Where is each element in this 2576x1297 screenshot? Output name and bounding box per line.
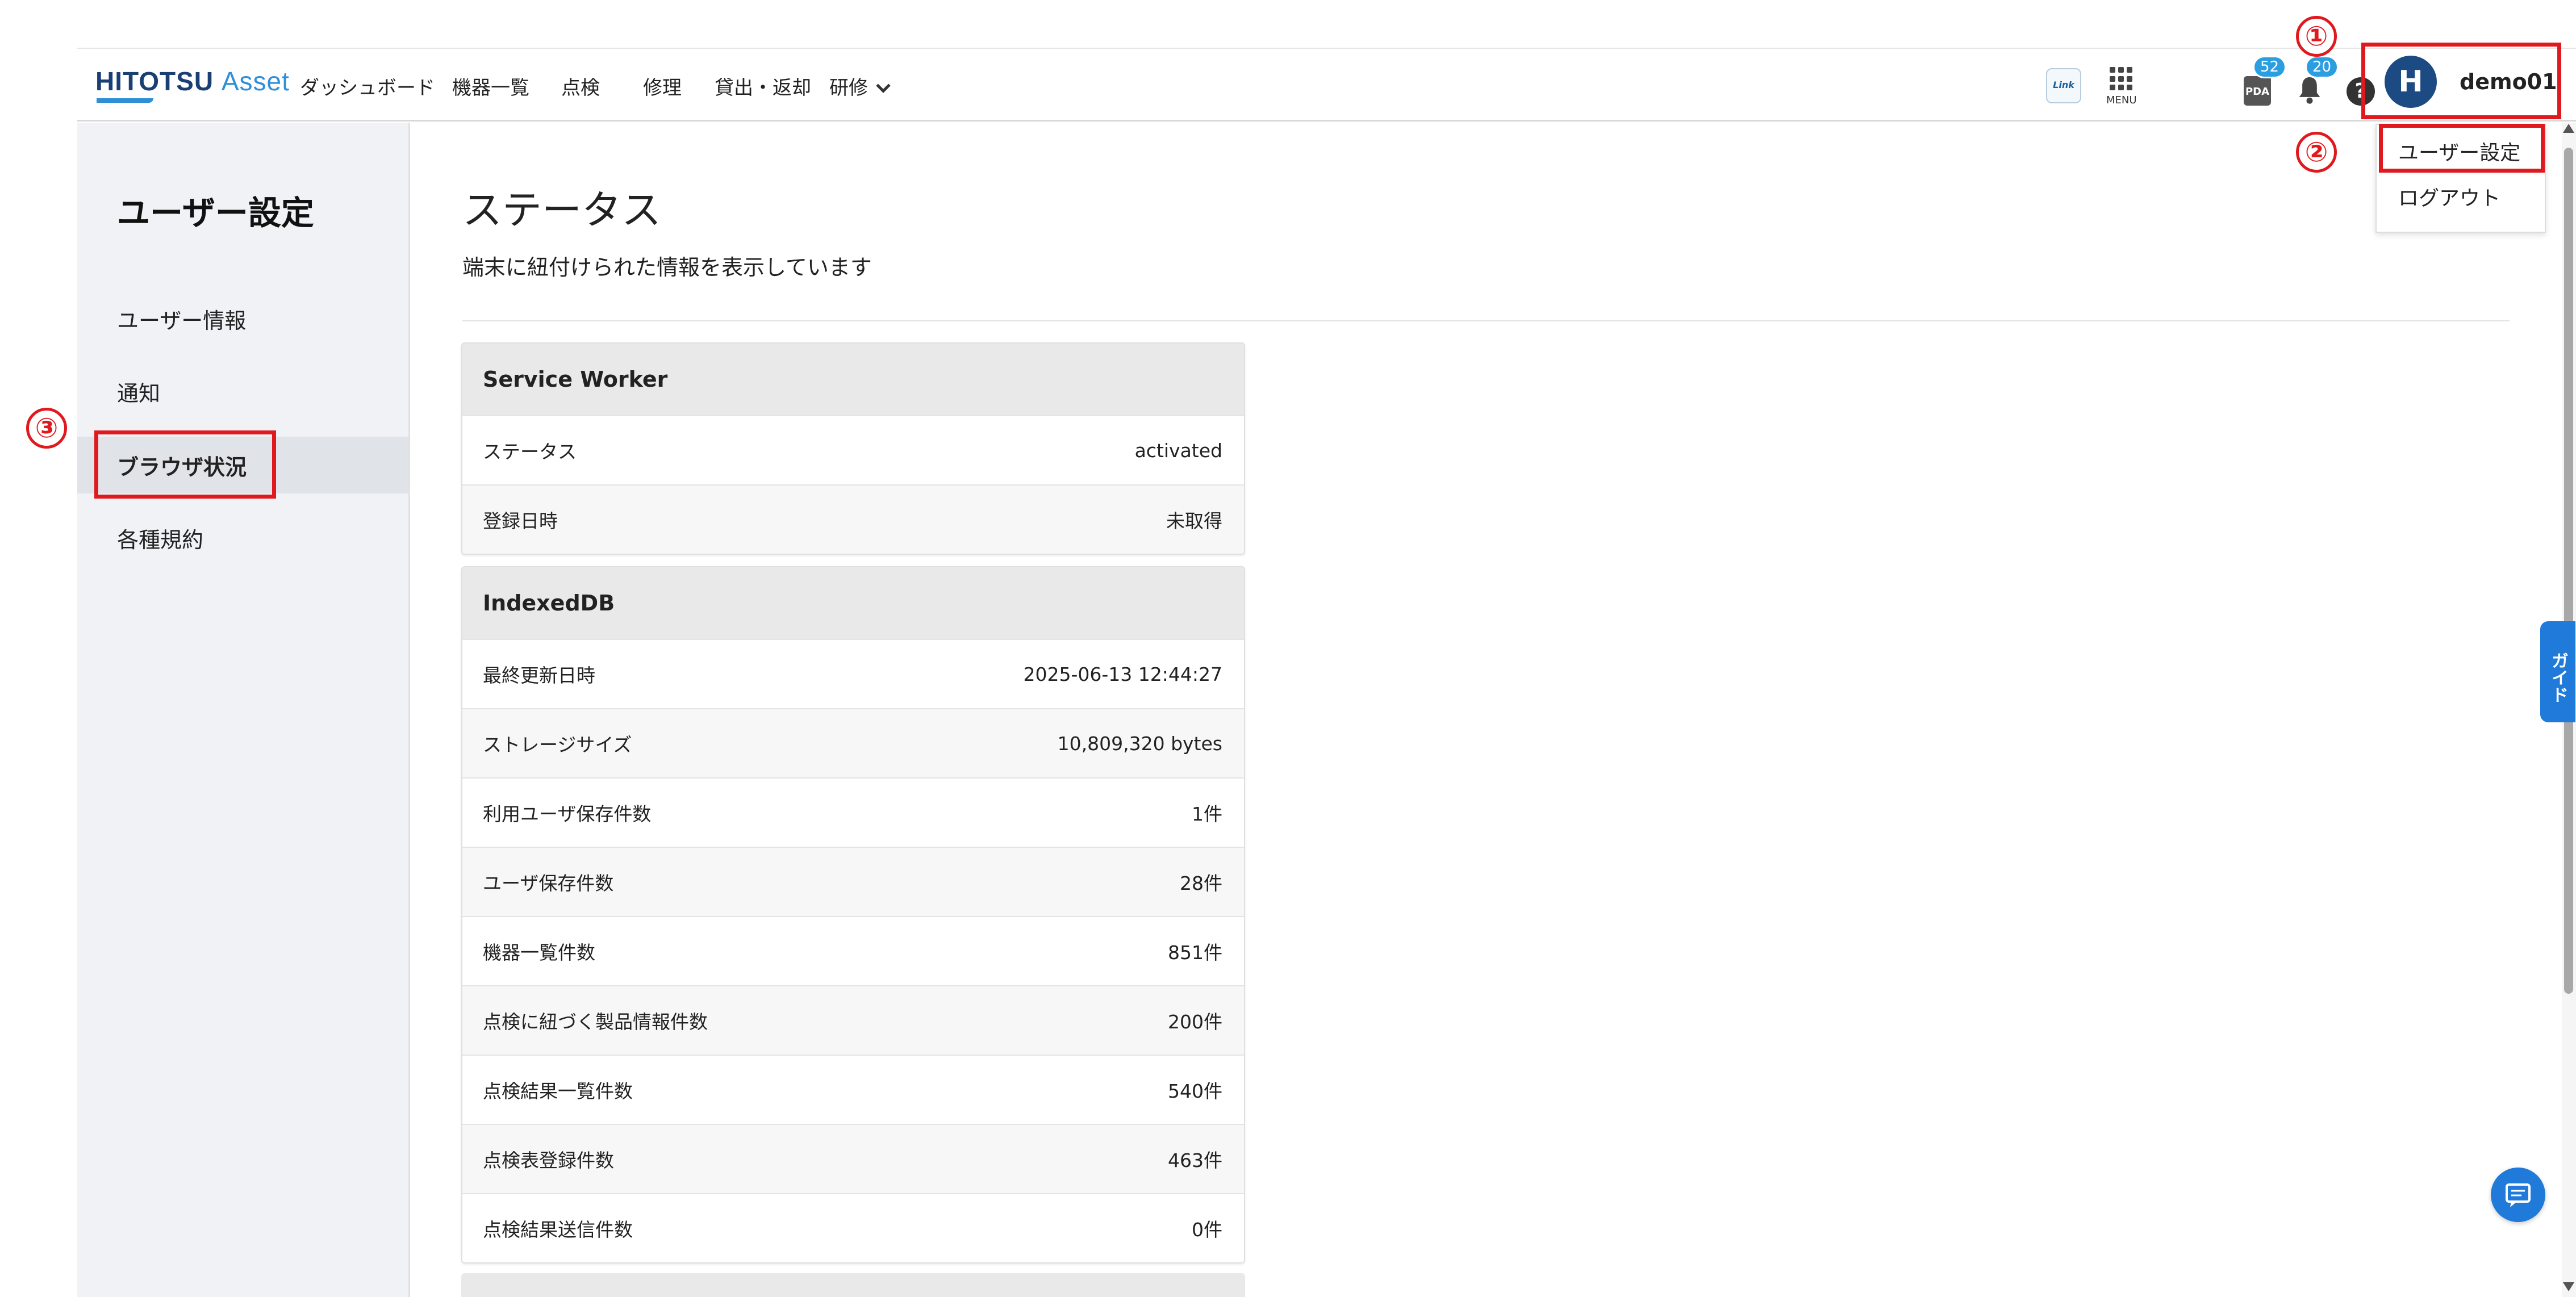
link-icon-label: Link (2053, 80, 2074, 90)
pda-icon-label: PDA (2245, 86, 2270, 98)
link-app-icon[interactable]: Link (2046, 68, 2081, 103)
pda-count-badge: 52 (2253, 56, 2287, 78)
scrollbar-thumb[interactable] (2564, 148, 2573, 994)
row-label: ユーザ保存件数 (483, 872, 614, 894)
indexeddb-card: IndexedDB 最終更新日時 2025-06-13 12:44:27 ストレ… (461, 566, 1245, 1263)
sidebar-item-user-info[interactable]: ユーザー情報 (117, 303, 246, 334)
nav-inspection[interactable]: 点検 (561, 72, 600, 100)
row-label: ストレージサイズ (483, 734, 632, 756)
row-label: ステータス (483, 441, 577, 463)
nav-training-label: 研修 (829, 76, 868, 99)
scroll-up-arrow-icon[interactable] (2563, 124, 2574, 133)
highlight-box-user-menu (2361, 43, 2561, 119)
service-worker-card-title: Service Worker (462, 344, 1244, 415)
page-description: 端末に紐付けられた情報を表示しています (462, 255, 872, 280)
chat-button[interactable] (2491, 1168, 2545, 1222)
scroll-down-arrow-icon[interactable] (2563, 1282, 2574, 1291)
dropdown-item-logout[interactable]: ログアウト (2398, 182, 2500, 211)
top-navigation-bar: HITOTSU Asset ダッシュボード 機器一覧 点検 修理 貸出・返却 研… (77, 48, 2576, 122)
step-marker-1: ① (2296, 16, 2337, 57)
main-nav: ダッシュボード 機器一覧 点検 修理 貸出・返却 研修 (77, 49, 2576, 123)
table-row: 点検結果一覧件数 540件 (462, 1055, 1244, 1124)
row-label: 点検表登録件数 (483, 1149, 614, 1172)
row-label: 最終更新日時 (483, 664, 595, 687)
row-value: 851件 (1168, 942, 1222, 964)
highlight-box-browser-status (94, 430, 276, 499)
bell-icon[interactable] (2297, 75, 2322, 104)
nav-repair[interactable]: 修理 (643, 72, 682, 100)
table-row: 利用ユーザ保存件数 1件 (462, 777, 1244, 847)
row-label: 登録日時 (483, 510, 558, 532)
pda-icon[interactable]: PDA (2244, 76, 2271, 106)
nav-lending-return[interactable]: 貸出・返却 (715, 72, 811, 100)
table-row: 最終更新日時 2025-06-13 12:44:27 (462, 639, 1244, 708)
row-value: 200件 (1168, 1011, 1222, 1033)
app-menu-grid-icon[interactable] (2110, 67, 2138, 91)
row-label: 利用ユーザ保存件数 (483, 803, 652, 825)
sidebar-title: ユーザー設定 (117, 194, 314, 232)
row-value: activated (1134, 439, 1222, 462)
table-row: 点検結果送信件数 0件 (462, 1193, 1244, 1262)
sidebar-item-terms[interactable]: 各種規約 (117, 522, 203, 554)
row-value: 10,809,320 bytes (1057, 732, 1222, 755)
sidebar-item-notifications[interactable]: 通知 (117, 376, 160, 407)
row-label: 点検に紐づく製品情報件数 (483, 1011, 708, 1033)
nav-dashboard[interactable]: ダッシュボード (300, 72, 435, 100)
chevron-down-icon (876, 78, 891, 93)
nav-equipment-list[interactable]: 機器一覧 (452, 72, 529, 100)
table-row: 登録日時 未取得 (462, 484, 1244, 554)
table-row: ストレージサイズ 10,809,320 bytes (462, 708, 1244, 777)
next-card-header (461, 1273, 1245, 1297)
section-divider (462, 320, 2510, 321)
menu-label: MENU (2106, 94, 2137, 106)
settings-sidebar: ユーザー設定 ユーザー情報 通知 ブラウザ状況 各種規約 (77, 123, 410, 1297)
nav-training[interactable]: 研修 (829, 72, 891, 100)
row-value: 28件 (1180, 872, 1222, 894)
chat-bubble-icon (2506, 1183, 2531, 1207)
table-row: 点検表登録件数 463件 (462, 1124, 1244, 1193)
table-row: 機器一覧件数 851件 (462, 916, 1244, 985)
row-label: 点検結果一覧件数 (483, 1080, 633, 1102)
highlight-box-user-settings (2379, 124, 2545, 173)
guide-tab-label: ガイド (2548, 652, 2568, 703)
table-row: ユーザ保存件数 28件 (462, 847, 1244, 916)
page-title: ステータス (462, 187, 661, 233)
row-value: 2025-06-13 12:44:27 (1023, 663, 1222, 685)
row-label: 点検結果送信件数 (483, 1219, 633, 1241)
row-value: 未取得 (1166, 510, 1222, 532)
row-label: 機器一覧件数 (483, 942, 595, 964)
indexeddb-card-title: IndexedDB (462, 567, 1244, 639)
row-value: 463件 (1168, 1149, 1222, 1172)
table-row: 点検に紐づく製品情報件数 200件 (462, 985, 1244, 1055)
step-marker-2: ② (2296, 132, 2337, 173)
row-value: 0件 (1192, 1219, 1222, 1241)
table-row: ステータス activated (462, 415, 1244, 484)
step-marker-3: ③ (26, 408, 67, 449)
row-value: 1件 (1192, 803, 1222, 825)
row-value: 540件 (1168, 1080, 1222, 1102)
notification-count-badge: 20 (2305, 56, 2339, 78)
guide-tab[interactable]: ガイド (2540, 621, 2575, 722)
service-worker-card: Service Worker ステータス activated 登録日時 未取得 (461, 342, 1245, 555)
